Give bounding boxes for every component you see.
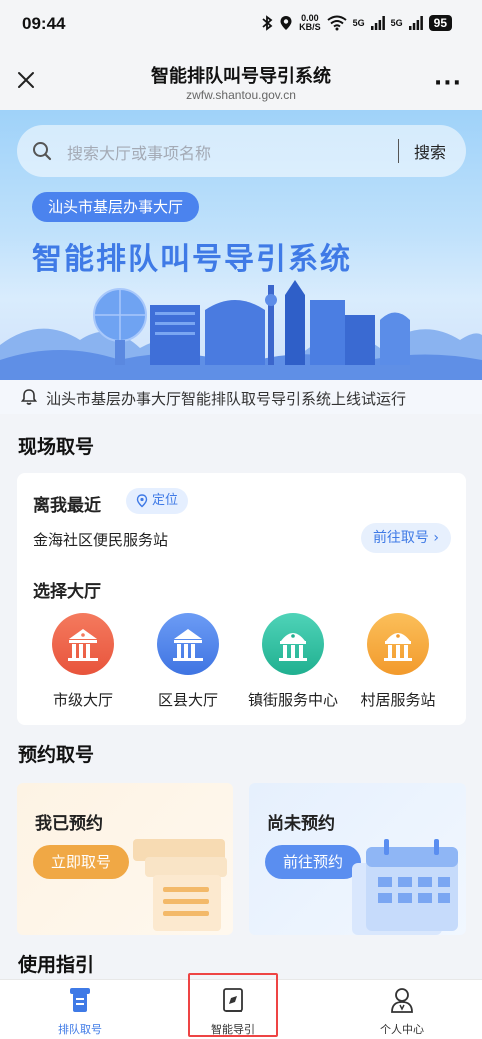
bluetooth-icon — [262, 15, 273, 31]
signal-icon-2 — [408, 16, 423, 30]
location-icon — [280, 16, 292, 30]
domed-building-icon — [367, 613, 429, 675]
onsite-section-title: 现场取号 — [18, 436, 95, 458]
take-ticket-now-button[interactable]: 立即取号 — [33, 845, 130, 879]
booked-title: 我已预约 — [35, 814, 103, 834]
tab-label: 个人中心 — [380, 1023, 424, 1036]
queue-ticket-icon — [70, 988, 90, 1012]
hero-banner: 搜索大厅或事项名称 搜索 汕头市基层办事大厅 智能排队叫号导引系统 — [0, 110, 482, 380]
notice-text: 汕头市基层办事大厅智能排队取号导引系统上线试运行 — [46, 390, 407, 408]
location-pin-icon — [136, 494, 148, 508]
guide-section-title: 使用指引 — [18, 954, 95, 976]
tab-queue[interactable]: 排队取号 — [25, 980, 135, 1038]
user-icon — [391, 988, 413, 1013]
net-speed: 0.00 KB/S — [299, 14, 321, 32]
status-bar: 09:44 0.00 KB/S 5G 5G 95 — [0, 0, 482, 50]
goto-ticket-label: 前往取号 — [372, 530, 429, 546]
page-url: zwfw.shantou.gov.cn — [186, 88, 296, 102]
hall-chip: 汕头市基层办事大厅 — [32, 192, 200, 222]
search-bar[interactable]: 搜索大厅或事项名称 搜索 — [17, 125, 466, 177]
signal-label-2: 5G — [390, 18, 403, 28]
locate-label: 定位 — [152, 493, 179, 508]
locate-button[interactable]: 定位 — [126, 488, 189, 514]
domed-building-icon — [262, 613, 324, 675]
hall-label: 市级大厅 — [52, 691, 113, 709]
hall-label: 区县大厅 — [157, 691, 218, 709]
wifi-icon — [326, 15, 347, 31]
hall-item-village[interactable]: 村居服务站 — [343, 613, 453, 710]
page-title: 智能排队叫号导引系统 — [151, 66, 331, 87]
government-building-icon — [52, 613, 114, 675]
search-divider — [398, 139, 399, 163]
unbooked-card[interactable]: 尚未预约 前往预约 — [249, 783, 466, 935]
signal-label-1: 5G — [352, 18, 365, 28]
more-menu-icon[interactable]: ··· — [434, 71, 462, 96]
net-speed-unit: KB/S — [299, 22, 321, 32]
hall-label: 村居服务站 — [360, 691, 436, 709]
battery-indicator: 95 — [428, 15, 452, 31]
calendar-icon — [352, 839, 458, 935]
bell-icon — [20, 389, 38, 405]
select-hall-label: 选择大厅 — [33, 582, 101, 602]
booked-card[interactable]: 我已预约 立即取号 — [17, 783, 233, 935]
title-bar: 智能排队叫号导引系统 zwfw.shantou.gov.cn ··· — [0, 50, 482, 110]
search-input[interactable]: 搜索大厅或事项名称 — [67, 140, 211, 164]
tab-personal[interactable]: 个人中心 — [347, 980, 457, 1038]
hall-item-town[interactable]: 镇街服务中心 — [238, 613, 348, 710]
hall-item-district[interactable]: 区县大厅 — [133, 613, 243, 710]
unbooked-title: 尚未预约 — [267, 814, 335, 834]
signal-icon — [370, 16, 385, 30]
hall-label: 镇街服务中心 — [247, 691, 338, 709]
onsite-card: 离我最近 定位 金海社区便民服务站 前往取号 › 选择大厅 市级大厅 区县大厅 … — [17, 473, 466, 725]
status-icons: 0.00 KB/S 5G 5G 95 — [261, 14, 452, 32]
status-time: 09:44 — [22, 14, 66, 33]
nearest-station-name: 金海社区便民服务站 — [33, 531, 169, 549]
search-button[interactable]: 搜索 — [414, 139, 446, 163]
compass-book-icon — [223, 988, 243, 1012]
notice-bar[interactable]: 汕头市基层办事大厅智能排队取号导引系统上线试运行 — [0, 380, 482, 414]
tab-label: 智能导引 — [211, 1023, 255, 1036]
ticket-stack-icon — [133, 839, 227, 931]
search-icon — [33, 142, 52, 161]
tab-label: 排队取号 — [58, 1023, 102, 1036]
tab-guide[interactable]: 智能导引 — [188, 973, 278, 1037]
chevron-right-icon: › — [433, 530, 439, 546]
nearest-label: 离我最近 — [33, 496, 101, 516]
bottom-tab-bar: 排队取号 智能导引 个人中心 — [0, 973, 482, 1039]
goto-ticket-button[interactable]: 前往取号 › — [360, 523, 451, 553]
hall-item-city[interactable]: 市级大厅 — [28, 613, 138, 710]
government-building-icon — [157, 613, 219, 675]
appointment-section-title: 预约取号 — [18, 744, 95, 766]
city-skyline-illustration — [0, 280, 482, 380]
